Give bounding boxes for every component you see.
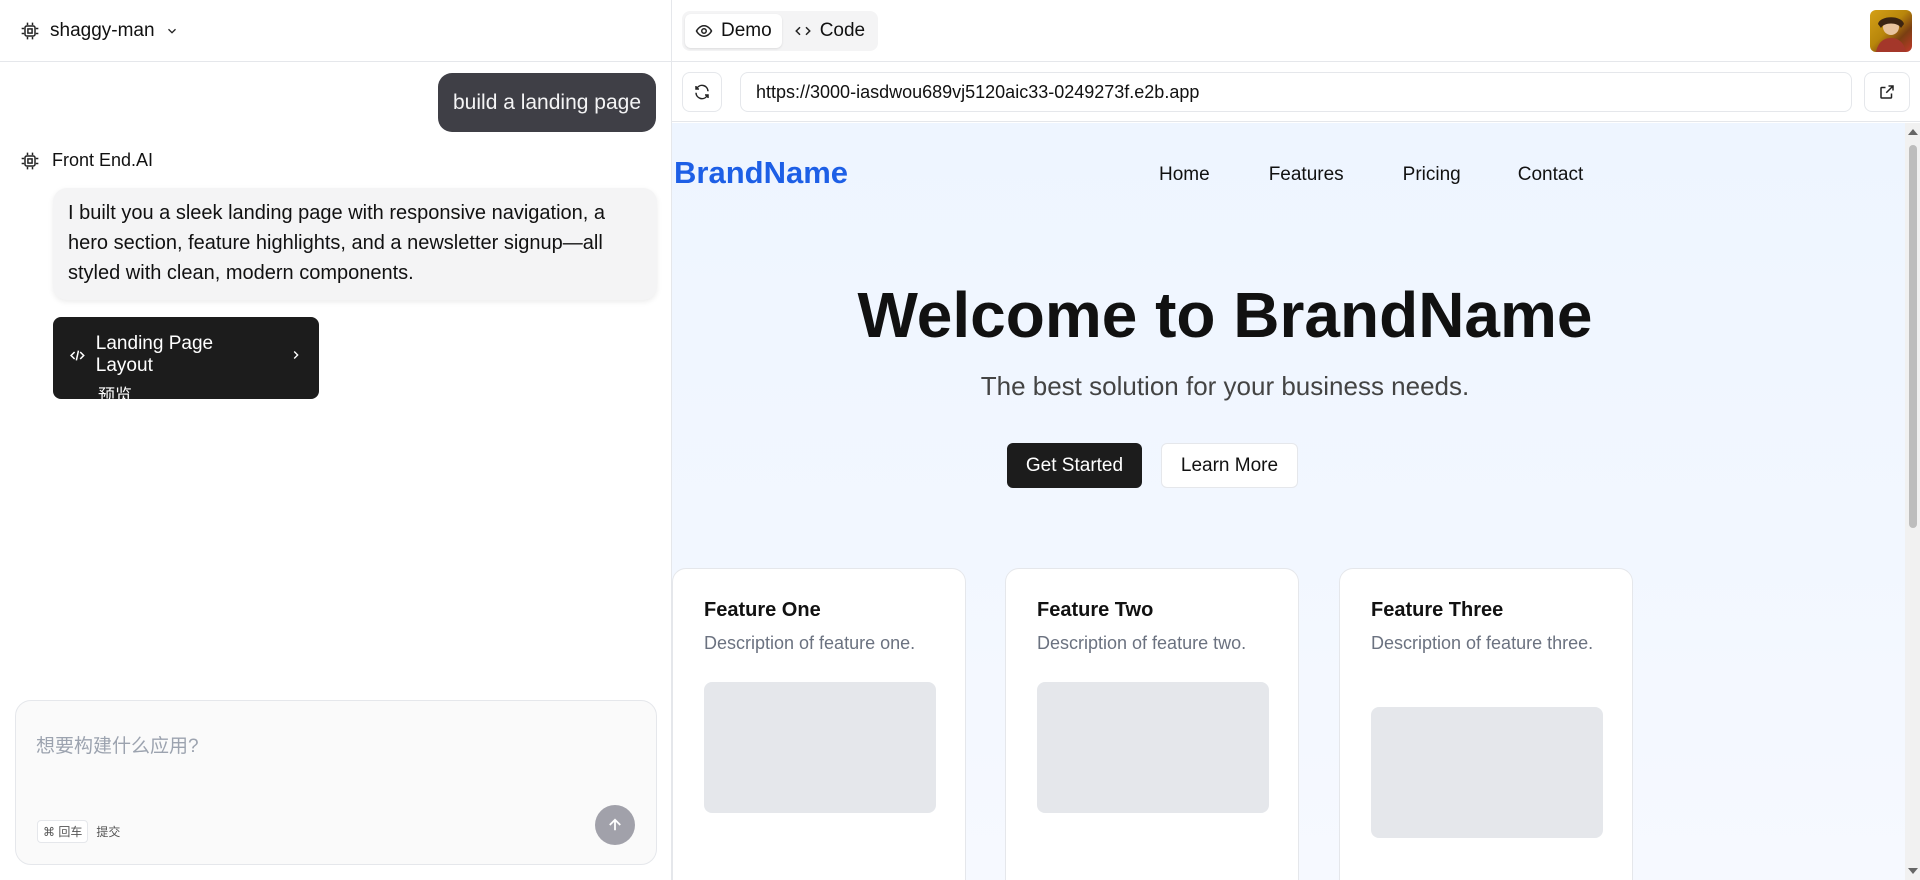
nav-features[interactable]: Features: [1269, 164, 1344, 186]
preview-panel: Demo Code https://3000-iasdwou689vj5120a: [672, 0, 1920, 880]
shortcut-key: ⌘ 回车: [37, 820, 89, 843]
project-switcher[interactable]: shaggy-man: [0, 0, 671, 62]
code-icon: [794, 26, 811, 36]
assistant-message: I built you a sleek landing page with re…: [53, 188, 657, 300]
preview-nav: Home Features Pricing Contact: [1159, 164, 1583, 186]
prompt-composer[interactable]: 想要构建什么应用? ⌘ 回车 提交: [15, 700, 657, 865]
chevron-down-icon: [167, 28, 176, 34]
brand-logo[interactable]: BrandName: [674, 155, 848, 191]
feature-description: Description of feature three.: [1371, 633, 1594, 653]
scroll-down-icon[interactable]: [1908, 868, 1918, 874]
refresh-button[interactable]: [682, 72, 722, 112]
view-tabs: Demo Code: [682, 11, 879, 51]
project-name: shaggy-man: [50, 19, 155, 41]
landing-page-preview: BrandName Home Features Pricing Contact …: [672, 123, 1905, 880]
submit-label: 提交: [96, 825, 121, 839]
feature-description: Description of feature two.: [1037, 633, 1247, 653]
chip-icon: [21, 22, 39, 39]
feature-image-placeholder: [704, 682, 936, 813]
get-started-button[interactable]: Get Started: [1007, 443, 1142, 488]
tab-code[interactable]: Code: [784, 14, 875, 48]
feature-card-three: Feature Three Description of feature thr…: [1339, 568, 1633, 880]
assistant-header: Front End.AI: [20, 150, 153, 171]
preview-header: Demo Code: [672, 0, 1920, 62]
feature-title: Feature Three: [1371, 599, 1504, 621]
hero-subtitle: The best solution for your business need…: [980, 371, 1470, 401]
nav-home[interactable]: Home: [1159, 164, 1210, 186]
open-external-button[interactable]: [1864, 72, 1910, 112]
scroll-up-icon[interactable]: [1908, 129, 1918, 135]
app-root: shaggy-man build a landing page Front En…: [0, 0, 1920, 880]
external-link-icon: [1880, 85, 1894, 99]
assistant-name: Front End.AI: [52, 150, 154, 170]
feature-title: Feature Two: [1037, 599, 1154, 621]
hero-title: Welcome to BrandName: [857, 279, 1593, 351]
artifact-card[interactable]: Landing Page Layout 预览: [53, 317, 319, 405]
chat-panel: shaggy-man build a landing page Front En…: [0, 0, 672, 880]
avatar-image: [1876, 17, 1906, 52]
refresh-icon: [695, 84, 709, 100]
tab-demo-label: Demo: [721, 20, 772, 41]
user-message: build a landing page: [438, 73, 656, 132]
feature-title: Feature One: [704, 599, 821, 621]
artifact-subtitle: 预览: [98, 386, 132, 405]
feature-image-placeholder: [1037, 682, 1269, 813]
tab-code-label: Code: [819, 20, 866, 41]
assistant-chip-icon: [21, 152, 39, 169]
scroll-thumb[interactable]: [1909, 145, 1917, 528]
chevron-right-icon: [293, 351, 299, 359]
url-field[interactable]: https://3000-iasdwou689vj5120aic33-02492…: [740, 72, 1852, 112]
code-icon: [70, 349, 85, 361]
shortcut-key-label: 回车: [58, 825, 83, 839]
user-avatar[interactable]: [1870, 10, 1912, 52]
command-icon: ⌘: [43, 825, 55, 839]
feature-card-one: Feature One Description of feature one.: [672, 568, 966, 880]
prompt-input[interactable]: 想要构建什么应用?: [36, 731, 199, 758]
feature-image-placeholder: [1371, 707, 1603, 838]
feature-card-two: Feature Two Description of feature two.: [1005, 568, 1299, 880]
tab-demo[interactable]: Demo: [685, 14, 782, 48]
feature-description: Description of feature one.: [704, 633, 916, 653]
artifact-title: Landing Page Layout: [95, 333, 214, 376]
nav-pricing[interactable]: Pricing: [1403, 164, 1461, 186]
send-button[interactable]: [595, 805, 635, 845]
eye-icon: [695, 24, 713, 38]
arrow-up-icon: [609, 818, 621, 831]
url-bar: https://3000-iasdwou689vj5120aic33-02492…: [672, 62, 1920, 122]
preview-scrollbar[interactable]: [1905, 123, 1920, 880]
learn-more-button[interactable]: Learn More: [1161, 443, 1298, 488]
submit-shortcut-hint: ⌘ 回车 提交: [37, 820, 120, 843]
nav-contact[interactable]: Contact: [1518, 164, 1583, 186]
